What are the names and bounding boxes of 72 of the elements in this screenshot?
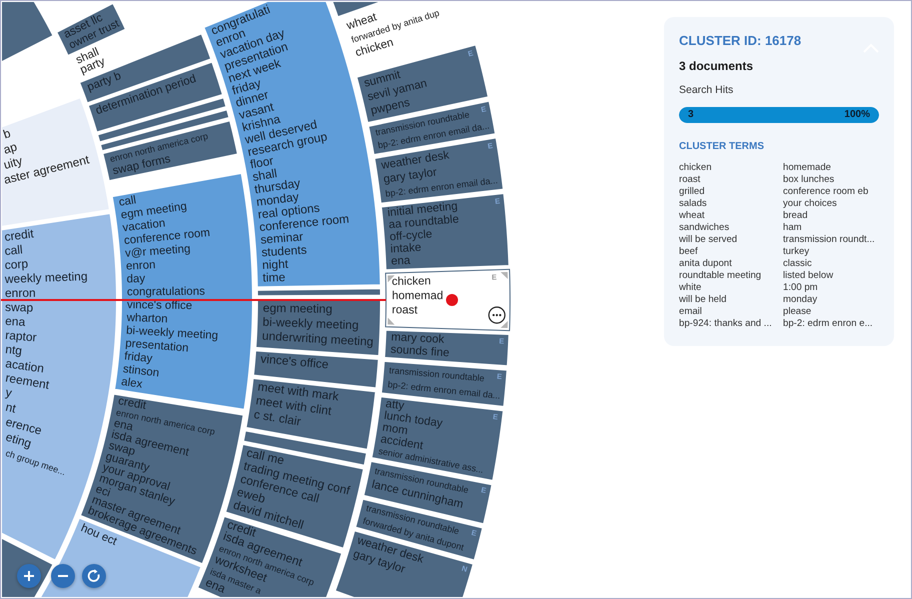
cluster-terms-heading: CLUSTER TERMS bbox=[679, 140, 765, 154]
term-label: swap bbox=[4, 300, 34, 315]
term-label: vince's office bbox=[126, 299, 192, 312]
cluster-term: beef bbox=[679, 246, 699, 258]
cluster-term: wheat bbox=[679, 210, 706, 222]
term-label: alex bbox=[120, 376, 144, 391]
search-hits-label: Search Hits bbox=[679, 83, 734, 98]
term-label: mary cook bbox=[390, 331, 444, 346]
term-label: intake bbox=[390, 242, 422, 256]
term-label: time bbox=[262, 270, 286, 285]
term-label: night bbox=[262, 256, 288, 272]
term-label: enron bbox=[126, 259, 156, 273]
term-label: acation bbox=[4, 356, 45, 376]
term-label: sounds fine bbox=[390, 344, 450, 360]
term-label: ntg bbox=[4, 342, 23, 358]
term-label: students bbox=[261, 242, 308, 260]
cluster-term: email bbox=[679, 306, 703, 318]
cluster-term: turkey bbox=[783, 246, 810, 258]
cluster-title: CLUSTER ID: 16178 bbox=[679, 32, 802, 50]
cluster-term: box lunches bbox=[783, 174, 836, 186]
cluster-term: listed below bbox=[783, 270, 834, 282]
cluster-term: sandwiches bbox=[679, 222, 730, 234]
term-label: credit bbox=[117, 395, 148, 412]
cluster-term: will be served bbox=[679, 234, 738, 246]
term-label: raptor bbox=[4, 328, 38, 344]
cluster-term: roundtable meeting bbox=[679, 270, 762, 282]
cluster-term: bread bbox=[783, 210, 809, 222]
term-label: ena bbox=[390, 254, 411, 268]
cluster-term: bp-2: edrm enron e... bbox=[783, 318, 874, 330]
term-label: off-cycle bbox=[389, 228, 433, 244]
term-label: enron bbox=[4, 286, 36, 300]
term-label: b bbox=[1, 126, 12, 142]
cluster-term: classic bbox=[783, 258, 813, 270]
cluster-term: your choices bbox=[783, 198, 838, 210]
term-label: mom bbox=[382, 422, 409, 438]
term-label: friday bbox=[124, 350, 153, 366]
term-label: credit bbox=[4, 226, 34, 244]
term-label: atty bbox=[384, 398, 405, 412]
term-label: egm meeting bbox=[262, 300, 332, 316]
term-label: vince's office bbox=[260, 352, 330, 372]
term-label: chicken bbox=[392, 275, 431, 288]
term-label: roast bbox=[392, 304, 418, 317]
term-label: v@r meeting bbox=[124, 243, 191, 260]
cluster-term: please bbox=[783, 306, 812, 318]
cluster-term: monday bbox=[783, 294, 818, 306]
cluster-term: will be held bbox=[679, 294, 728, 306]
term-label: y bbox=[4, 385, 14, 400]
term-label: call bbox=[118, 194, 137, 209]
term-label: congratulations bbox=[126, 286, 205, 298]
term-label: ch group mee... bbox=[4, 448, 67, 478]
cluster-term: chicken bbox=[679, 162, 713, 174]
cluster-term: 1:00 pm bbox=[783, 282, 819, 294]
cluster-term: white bbox=[679, 282, 702, 294]
hits-percent: 100% bbox=[844, 108, 870, 122]
term-label: call bbox=[4, 242, 24, 258]
document-count: 3 documents bbox=[679, 58, 754, 75]
cluster-term: grilled bbox=[679, 186, 706, 198]
term-label: nt bbox=[4, 400, 18, 416]
term-label: bi-weekly meeting bbox=[262, 314, 359, 332]
cluster-term: conference room eb bbox=[783, 186, 870, 198]
term-label: day bbox=[126, 272, 146, 286]
cluster-term: homemade bbox=[783, 162, 832, 174]
cluster-term: salads bbox=[679, 198, 708, 210]
cluster-term: anita dupont bbox=[679, 258, 733, 270]
cluster-term: bp-924: thanks and ... bbox=[679, 318, 773, 330]
cluster-term: roast bbox=[679, 174, 702, 186]
term-label: homemad bbox=[392, 290, 444, 302]
term-label: wharton bbox=[126, 312, 168, 326]
cluster-term: transmission roundt... bbox=[783, 234, 876, 246]
term-label: ena bbox=[4, 314, 26, 329]
hits-count: 3 bbox=[688, 108, 694, 122]
cluster-term: ham bbox=[783, 222, 803, 234]
